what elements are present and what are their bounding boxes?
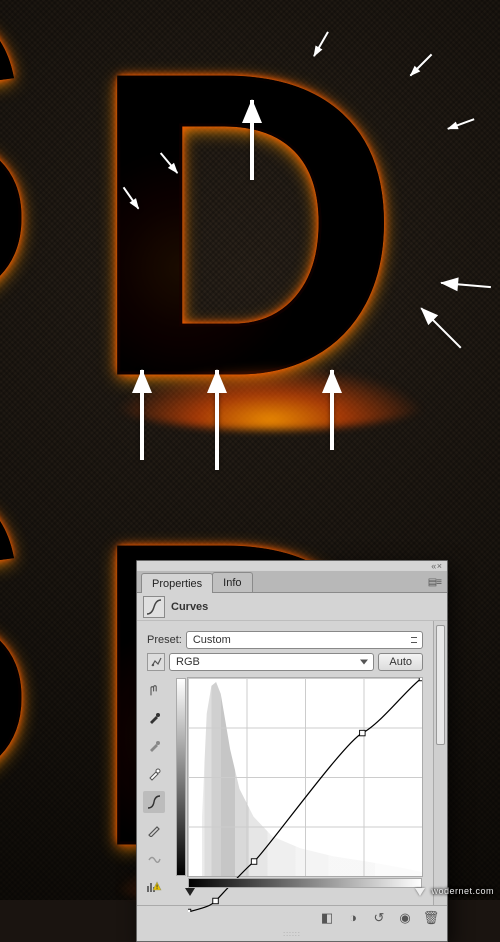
curves-graph[interactable] — [187, 677, 423, 877]
watermark-text: wodernet.com — [431, 886, 494, 896]
artwork-letter-s-bottom: S — [0, 420, 37, 850]
panel-tablist: Properties Info ▤≡ — [137, 571, 447, 593]
eyedropper-black-icon[interactable] — [143, 707, 165, 729]
delete-icon[interactable]: 🗑 — [423, 910, 439, 926]
preset-label: Preset: — [147, 634, 182, 646]
preset-select[interactable]: Custom — [186, 631, 423, 649]
eyedropper-gray-icon[interactable] — [143, 735, 165, 757]
smooth-icon[interactable] — [143, 847, 165, 869]
histogram-warn-icon[interactable] — [143, 875, 165, 897]
on-image-adjust-icon[interactable] — [147, 653, 165, 671]
tab-properties[interactable]: Properties — [141, 573, 213, 593]
curve-edit-icon[interactable] — [143, 791, 165, 813]
input-gradient-strip[interactable] — [188, 878, 422, 888]
artwork-letter-s-top: S — [0, 0, 37, 370]
tab-info[interactable]: Info — [212, 572, 252, 592]
channel-value: RGB — [176, 656, 200, 668]
curves-adjustment-icon — [143, 596, 165, 618]
output-gradient-strip — [176, 678, 186, 876]
finger-scrubby-icon[interactable] — [143, 679, 165, 701]
scrollbar-thumb[interactable] — [436, 625, 445, 745]
curve-line[interactable] — [188, 678, 422, 912]
annotation-arrow — [330, 370, 334, 450]
white-point-slider[interactable] — [415, 888, 425, 896]
panel-scrollbar[interactable] — [433, 621, 447, 905]
panel-resize-grip[interactable]: :::::: — [137, 931, 447, 941]
panel-flyout-menu-icon[interactable]: ▤≡ — [422, 573, 447, 592]
panel-collapse-arrows-icon: « × — [431, 561, 441, 571]
annotation-arrow — [250, 100, 254, 180]
pencil-icon[interactable] — [143, 819, 165, 841]
properties-panel: « × Properties Info ▤≡ Curves Preset: Cu… — [136, 560, 448, 942]
channel-select[interactable]: RGB — [169, 653, 374, 671]
preset-value: Custom — [193, 634, 231, 646]
black-point-slider[interactable] — [185, 888, 195, 896]
auto-button[interactable]: Auto — [378, 653, 423, 671]
adjustment-title: Curves — [171, 601, 208, 613]
eyedropper-white-icon[interactable] — [143, 763, 165, 785]
panel-collapse-row[interactable]: « × — [137, 561, 447, 571]
auto-button-label: Auto — [389, 656, 412, 668]
annotation-arrow — [140, 370, 144, 460]
annotation-arrow — [215, 370, 219, 470]
